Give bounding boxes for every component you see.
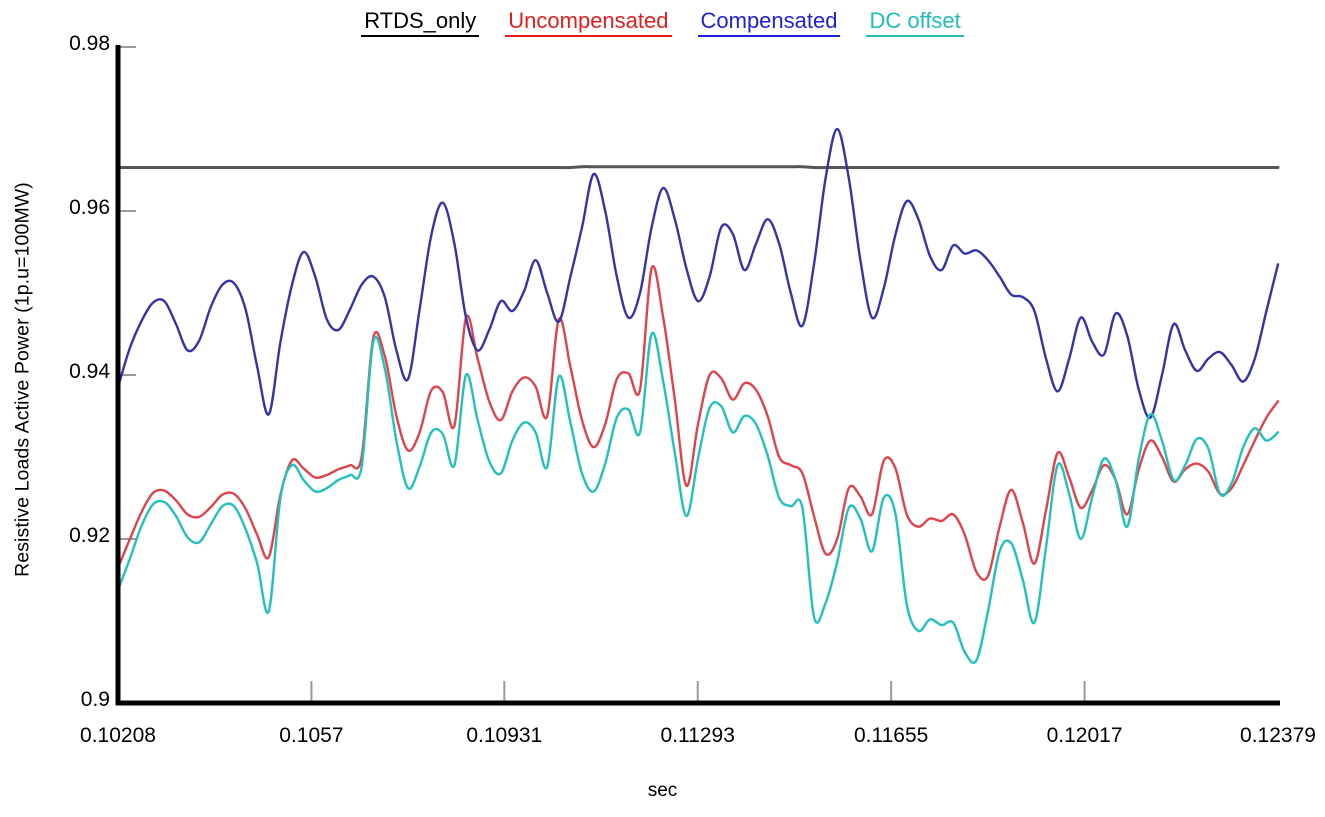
plot-area — [115, 45, 1280, 706]
data-curves — [116, 127, 1280, 665]
series-line-compensated — [116, 127, 1280, 419]
series-line-uncompensated — [116, 264, 1280, 581]
legend-entry-uncompensated[interactable]: Uncompensated — [505, 8, 672, 38]
x-axis-title: sec — [647, 780, 678, 801]
series-line-rtds-only — [116, 165, 1280, 170]
x-tick-label: 0.11655 — [853, 724, 929, 747]
legend-entry-dc-offset[interactable]: DC offset — [866, 8, 964, 38]
chart-figure: RTDS_only Uncompensated Compensated DC o… — [0, 0, 1325, 817]
y-tick-label: 0.92 — [69, 524, 110, 547]
legend-entry-rtds-only[interactable]: RTDS_only — [361, 8, 480, 38]
x-tick-label: 0.12017 — [1046, 724, 1123, 747]
x-tick-label: 0.1057 — [279, 724, 344, 747]
series-line-dc-offset — [116, 331, 1280, 665]
x-tick-label: 0.11293 — [660, 724, 735, 747]
y-tick-label: 0.94 — [69, 360, 110, 383]
legend-entry-compensated[interactable]: Compensated — [697, 8, 841, 38]
y-tick-label: 0.9 — [80, 688, 110, 711]
y-tick-label: 0.96 — [69, 196, 110, 219]
chart-legend: RTDS_only Uncompensated Compensated DC o… — [0, 8, 1325, 38]
x-tick-label: 0.10931 — [466, 724, 543, 747]
y-tick-label: 0.98 — [69, 32, 110, 55]
x-tick-label: 0.12379 — [1240, 724, 1316, 747]
x-tick-label: 0.10208 — [80, 724, 156, 747]
